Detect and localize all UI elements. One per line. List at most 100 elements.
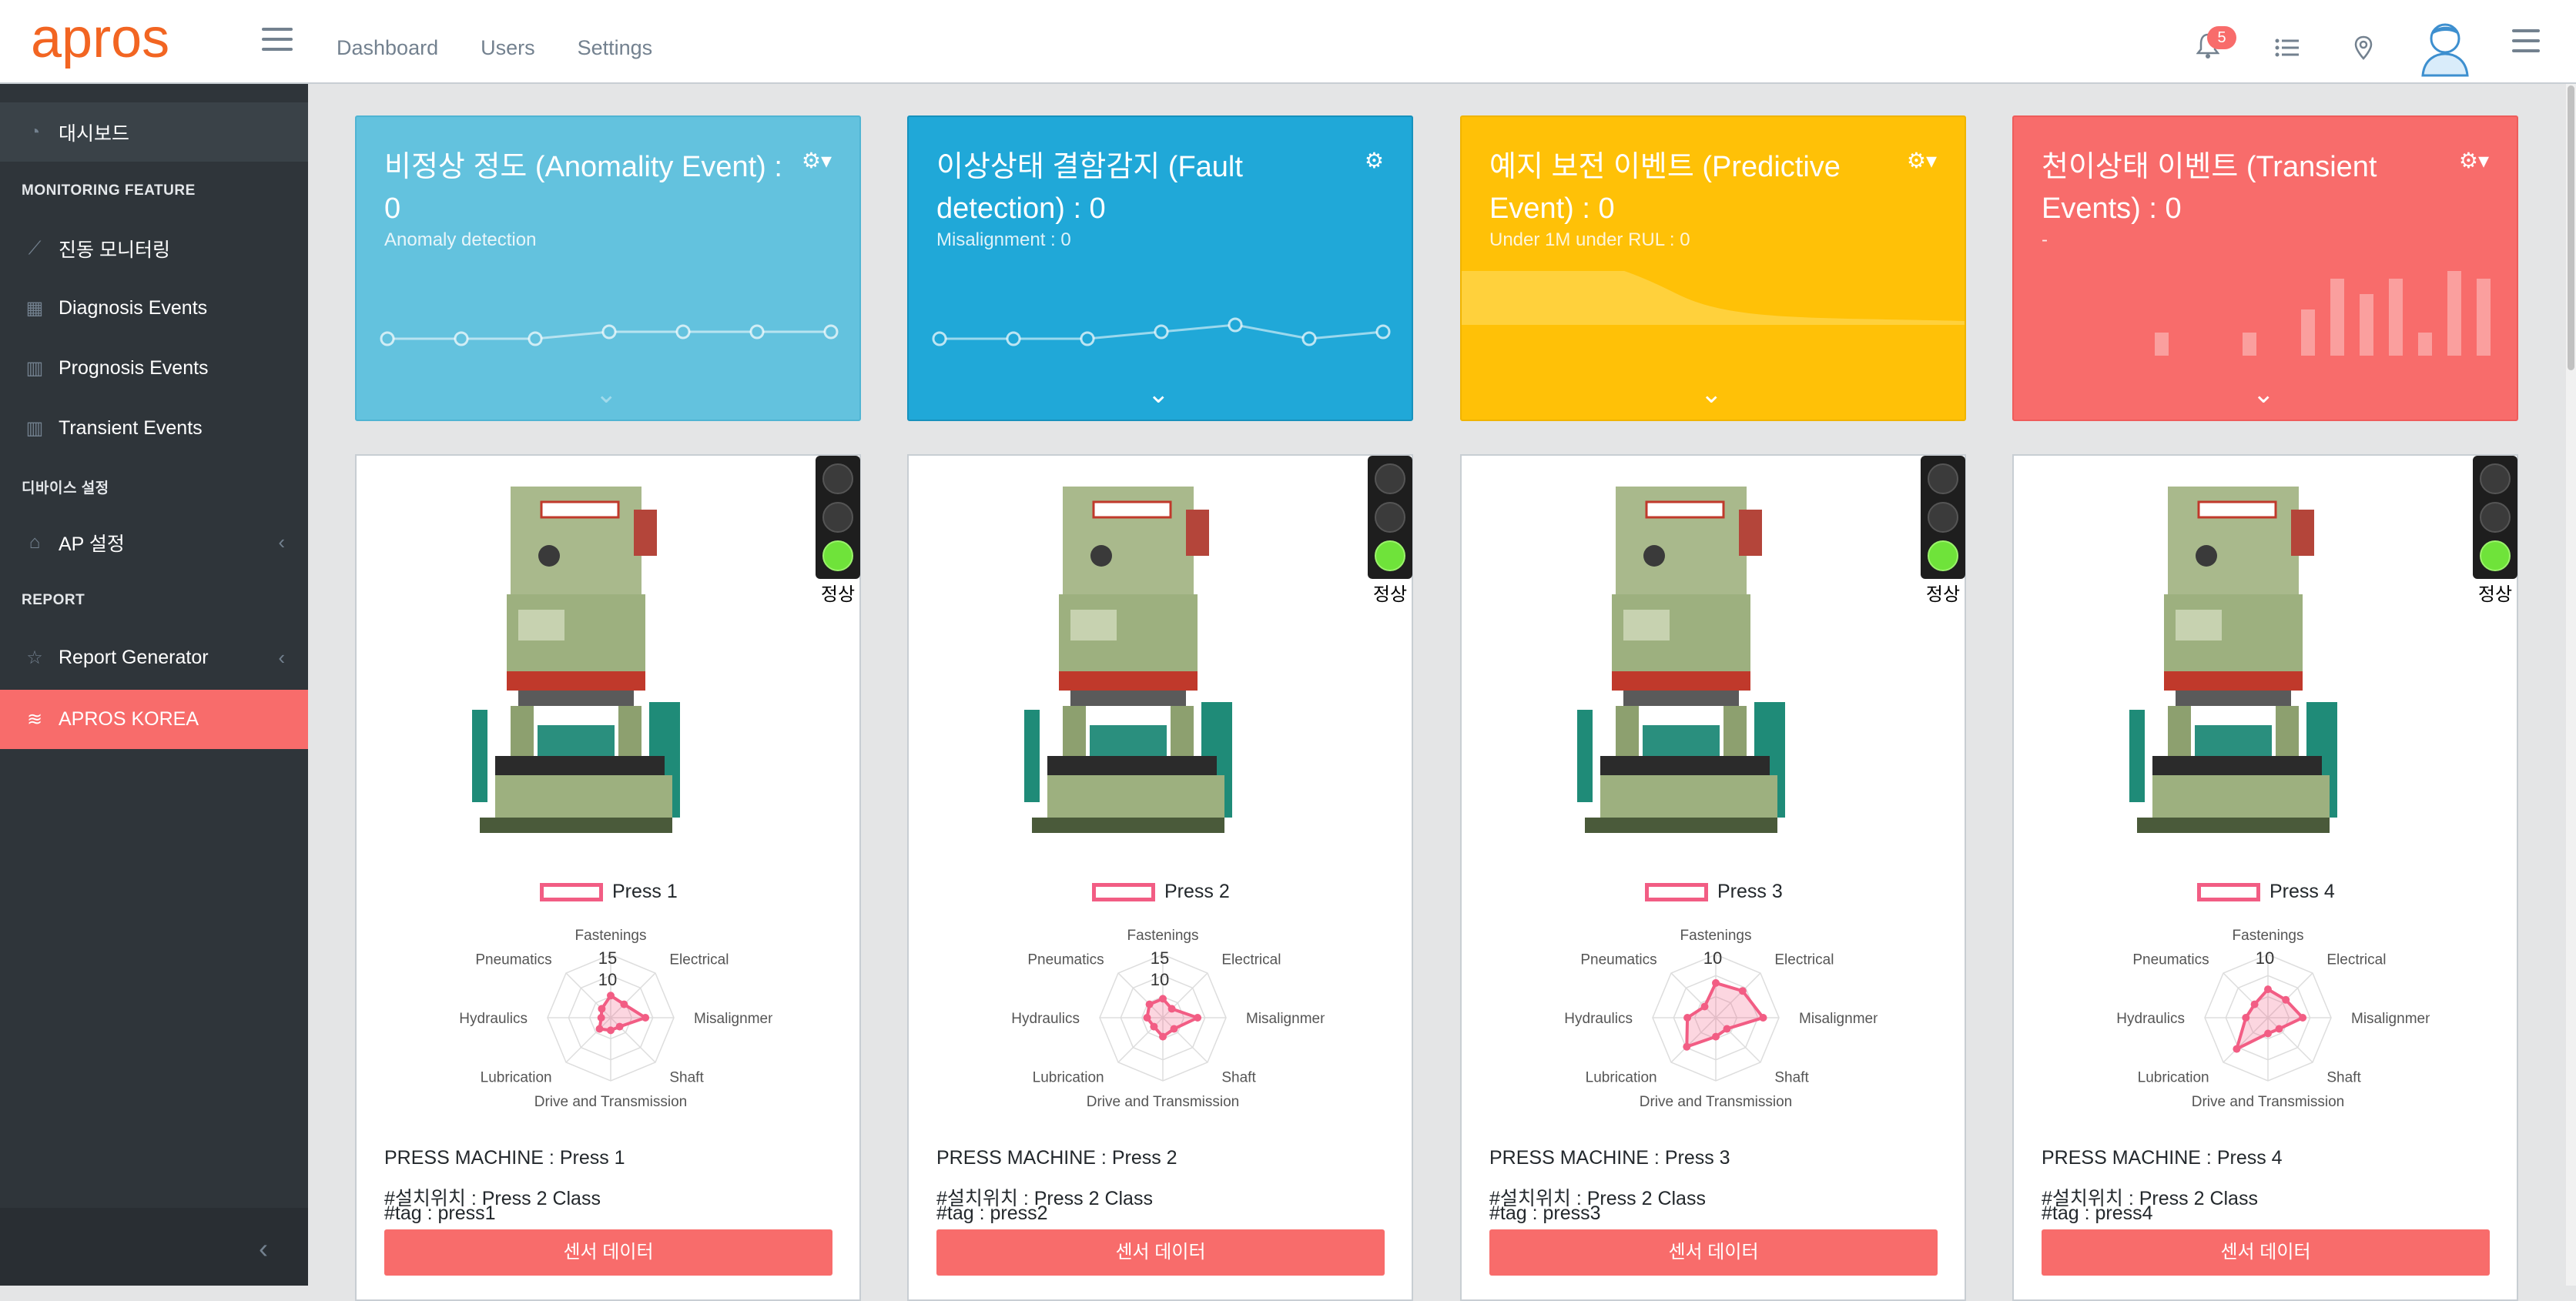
bar-chart-icon: ▥	[25, 358, 44, 379]
sparkline-point	[1228, 317, 1243, 333]
predictive-area-chart	[1462, 271, 1965, 363]
sidebar-minimizer[interactable]: ‹	[0, 1208, 308, 1286]
radar-axis-label: Hydraulics	[2116, 1011, 2185, 1027]
radar-point	[1723, 1025, 1731, 1033]
radar-axis-label: Hydraulics	[1564, 1011, 1633, 1027]
radar-point	[2242, 1014, 2250, 1022]
radar-scale-label: 10	[2256, 948, 2274, 968]
chevron-left-icon: ‹	[259, 1232, 268, 1264]
red-light	[1928, 463, 1958, 494]
radar-axis-label: Drive and Transmission	[2192, 1094, 2345, 1110]
radar-point	[1150, 1022, 1158, 1031]
radar-axis-label: Shaft	[669, 1069, 704, 1085]
list-icon[interactable]	[2275, 38, 2300, 57]
red-light	[1375, 463, 1405, 494]
green-light	[2480, 540, 2511, 571]
sidebar-item-prognosis-events[interactable]: ▥ Prognosis Events	[0, 339, 308, 398]
sidebar-item-dashboard[interactable]: ◔ 대시보드	[0, 102, 308, 162]
sidebar-item-diagnosis-events[interactable]: ▦ Diagnosis Events	[0, 279, 308, 338]
radar-point	[2264, 1029, 2272, 1038]
radar-axis-label: Lubrication	[1586, 1069, 1657, 1085]
radar-axis-label: Misalignment	[1799, 1011, 1878, 1027]
green-light	[1375, 540, 1405, 571]
card-subtitle: Anomaly detection	[384, 229, 537, 250]
radar-point	[607, 1026, 615, 1035]
press-machine-image	[2129, 487, 2337, 833]
radar-axis-label: Fastenings	[575, 928, 647, 944]
yellow-light	[1928, 502, 1958, 533]
chevron-down-icon[interactable]: ⌄	[595, 379, 618, 410]
sidebar-section-title: 디바이스 설정	[22, 480, 109, 497]
tag-icon: ⌂	[28, 531, 41, 553]
chart-line-icon: ⟋	[28, 237, 42, 259]
radar-axis-label: Hydraulics	[459, 1011, 528, 1027]
aside-menu-toggle-button[interactable]	[2512, 29, 2540, 54]
sensor-data-button[interactable]: 센서 데이터	[2042, 1229, 2490, 1276]
sidebar: ◔ 대시보드 MONITORING FEATURE ⟋ 진동 모니터링 ▦ Di…	[0, 84, 308, 1286]
sidebar-toggle-button[interactable]	[262, 28, 293, 55]
radar-scale-label: 10	[1151, 970, 1169, 989]
gear-icon[interactable]: ⚙	[1365, 148, 1384, 173]
radar-point	[1159, 995, 1167, 1003]
sparkline-point	[1154, 324, 1169, 339]
green-light	[1928, 540, 1958, 571]
calendar-icon: ▦	[25, 298, 44, 319]
sparkline-point	[1375, 324, 1391, 339]
page-scrollbar[interactable]	[2566, 84, 2576, 1286]
radar-point	[1683, 1042, 1691, 1051]
sparkline-point	[675, 324, 691, 339]
sidebar-item-apros-korea[interactable]: ≋ APROS KOREA	[0, 690, 308, 749]
radar-chart: Fastenings Electrical Misalignment Shaft Dri…	[459, 928, 772, 1110]
nav-settings[interactable]: Settings	[578, 36, 653, 60]
sparkline-point	[823, 324, 839, 339]
nav-users[interactable]: Users	[481, 36, 535, 60]
sensor-data-button[interactable]: 센서 데이터	[936, 1229, 1385, 1276]
machine-tag: #tag : press4	[2042, 1202, 2153, 1224]
sidebar-item-vibration-monitoring[interactable]: ⟋ 진동 모니터링	[0, 219, 308, 278]
chevron-down-icon[interactable]: ⌄	[1700, 379, 1723, 410]
radar-point	[1167, 1005, 1176, 1013]
chevron-down-icon[interactable]: ⌄	[2253, 379, 2275, 410]
svg-text:apros: apros	[31, 11, 169, 69]
user-avatar[interactable]	[2418, 17, 2472, 77]
transient-bar	[2330, 279, 2344, 356]
radar-chart: Fastenings Electrical Misalignment Shaft Dri…	[1564, 928, 1878, 1110]
radar-axis-label: Shaft	[1774, 1069, 1809, 1085]
gear-icon[interactable]: ⚙▾	[2459, 148, 2489, 173]
legend-label: Press 2	[1164, 881, 1230, 902]
sensor-data-button[interactable]: 센서 데이터	[384, 1229, 832, 1276]
sparkline-point	[380, 331, 395, 346]
radar-point	[597, 1014, 605, 1022]
gear-icon[interactable]: ⚙▾	[802, 148, 832, 173]
status-text: 정상	[2477, 584, 2513, 605]
radar-point	[2250, 1000, 2259, 1008]
radar-point	[1194, 1014, 1202, 1022]
sidebar-item-transient-events[interactable]: ▥ Transient Events	[0, 399, 308, 458]
card-subtitle: Misalignment : 0	[936, 229, 1071, 250]
chevron-down-icon[interactable]: ⌄	[1147, 379, 1170, 410]
gear-icon[interactable]: ⚙▾	[1907, 148, 1937, 173]
radar-axis-label: Electrical	[1774, 952, 1834, 968]
radar-point	[615, 1022, 624, 1031]
sidebar-item-ap-settings[interactable]: ⌂ AP 설정 ‹	[0, 513, 308, 572]
radar-axis-label: Fastenings	[1680, 928, 1752, 944]
sidebar-item-label: Report Generator	[59, 647, 209, 668]
location-pin-icon[interactable]	[2353, 35, 2373, 60]
radar-axis-label: Misalignment	[694, 1011, 772, 1027]
radar-axis-label: Fastenings	[1127, 928, 1199, 944]
radar-axis-label: Pneumatics	[1580, 952, 1656, 968]
sensor-data-button[interactable]: 센서 데이터	[1489, 1229, 1938, 1276]
radar-point	[1143, 1014, 1151, 1022]
sidebar-item-report-generator[interactable]: ☆ Report Generator ‹	[0, 628, 308, 687]
radar-axis-label: Electrical	[669, 952, 729, 968]
machine-tag: #tag : press2	[936, 1202, 1048, 1224]
radar-axis-label: Fastenings	[2233, 928, 2304, 944]
nav-dashboard[interactable]: Dashboard	[337, 36, 438, 60]
radar-axis-label: Shaft	[2326, 1069, 2361, 1085]
radar-point	[1159, 1032, 1167, 1041]
apros-logo[interactable]: apros	[31, 11, 208, 72]
transient-bar	[2418, 333, 2432, 356]
legend-swatch	[1645, 883, 1708, 901]
scrollbar-thumb[interactable]	[2568, 85, 2574, 370]
radar-point	[1712, 978, 1720, 987]
